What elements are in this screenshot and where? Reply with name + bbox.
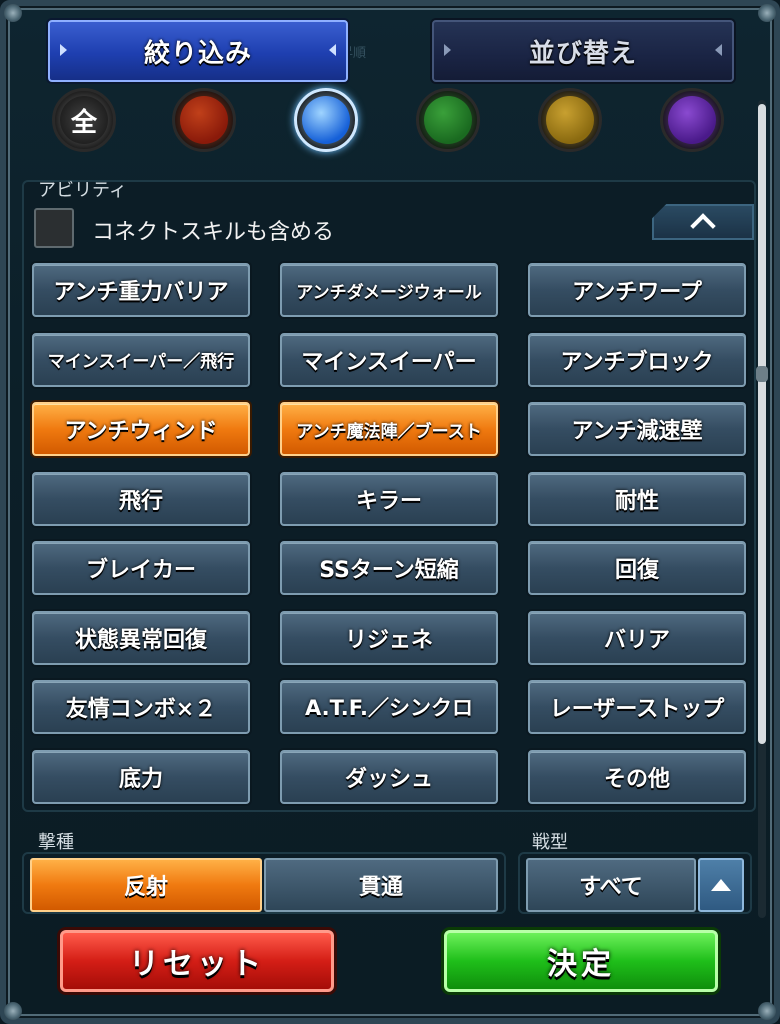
ability-button[interactable]: 友情コンボ×２ bbox=[32, 680, 250, 734]
ability-button-label: A.T.F.／シンクロ bbox=[305, 696, 473, 720]
ability-button-label: 底力 bbox=[118, 766, 163, 792]
connect-skill-checkbox[interactable] bbox=[34, 208, 74, 248]
ability-button-label: アンチダメージウォール bbox=[296, 282, 482, 303]
element-dark-icon bbox=[668, 96, 716, 144]
connect-skill-label: コネクトスキルも含める bbox=[92, 220, 335, 245]
ability-button-label: アンチウィンド bbox=[64, 419, 218, 444]
confirm-button[interactable]: 決定 bbox=[444, 930, 718, 992]
battle-type-select[interactable]: すべて bbox=[526, 858, 696, 912]
element-water-icon bbox=[302, 96, 350, 144]
corner-rivet bbox=[4, 4, 22, 22]
ability-button[interactable]: 耐性 bbox=[528, 471, 746, 526]
corner-rivet bbox=[758, 4, 776, 22]
tab-sort[interactable]: 並び替え bbox=[432, 20, 734, 82]
ability-button-label: 友情コンボ×２ bbox=[65, 697, 217, 722]
scroll-handle-icon[interactable] bbox=[756, 366, 768, 382]
battle-type-value: すべて bbox=[579, 875, 643, 900]
element-dark-button[interactable] bbox=[660, 88, 724, 152]
tab-arrow-icon bbox=[60, 44, 67, 56]
ability-button[interactable]: アンチワープ bbox=[528, 263, 746, 317]
ability-button-label: アンチ魔法陣／ブースト bbox=[296, 421, 482, 442]
ability-button[interactable]: アンチ魔法陣／ブースト bbox=[280, 402, 498, 456]
triangle-up-icon bbox=[711, 879, 731, 891]
ability-button[interactable]: その他 bbox=[528, 749, 746, 804]
element-all-icon: 全 bbox=[60, 96, 108, 144]
tab-sort-label: 並び替え bbox=[528, 38, 637, 69]
ability-button-label: ブレイカー bbox=[85, 558, 196, 583]
reset-button[interactable]: リセット bbox=[60, 930, 334, 992]
ability-button[interactable]: アンチブロック bbox=[528, 332, 746, 387]
tab-arrow-icon bbox=[715, 44, 722, 56]
battle-type-title: 戦型 bbox=[532, 832, 568, 853]
reflect-label: 反射 bbox=[123, 875, 168, 900]
ability-button[interactable]: キラー bbox=[280, 471, 498, 526]
ability-button[interactable]: アンチウィンド bbox=[32, 402, 250, 456]
ability-button[interactable]: アンチ重力バリア bbox=[32, 263, 250, 317]
element-fire-icon bbox=[180, 96, 228, 144]
tab-filter[interactable]: 絞り込み bbox=[48, 20, 348, 82]
ability-button[interactable]: 状態異常回復 bbox=[32, 610, 250, 665]
ability-button[interactable]: A.T.F.／シンクロ bbox=[280, 680, 498, 734]
corner-rivet bbox=[4, 1002, 22, 1020]
ability-button-label: その他 bbox=[603, 766, 670, 792]
scrollbar[interactable] bbox=[758, 100, 766, 918]
attack-type-title: 撃種 bbox=[38, 832, 74, 853]
ability-button-label: アンチワープ bbox=[572, 280, 702, 305]
ability-button[interactable]: 回復 bbox=[528, 541, 746, 595]
ability-button[interactable]: バリア bbox=[528, 610, 746, 665]
ability-button[interactable]: 飛行 bbox=[32, 471, 250, 526]
tab-filter-label: 絞り込み bbox=[143, 38, 252, 69]
pierce-label: 貫通 bbox=[358, 875, 403, 900]
tab-arrow-icon bbox=[329, 44, 336, 56]
ability-button[interactable]: リジェネ bbox=[280, 610, 498, 665]
ability-button-label: マインスイーパー／飛行 bbox=[47, 352, 235, 372]
confirm-label: 決定 bbox=[547, 947, 615, 982]
ability-button-label: レーザーストップ bbox=[549, 697, 725, 722]
ability-button-label: 状態異常回復 bbox=[74, 627, 207, 653]
ability-button[interactable]: 底力 bbox=[32, 749, 250, 804]
ability-button-label: アンチブロック bbox=[560, 349, 714, 375]
element-wood-icon bbox=[424, 96, 472, 144]
ability-button-label: キラー bbox=[355, 488, 422, 514]
ability-button-label: ダッシュ bbox=[344, 766, 433, 792]
ability-button-label: マインスイーパー bbox=[301, 349, 477, 375]
ability-button[interactable]: マインスイーパー bbox=[280, 332, 498, 387]
ability-button-label: 飛行 bbox=[118, 488, 163, 514]
reset-label: リセット bbox=[129, 947, 265, 982]
ability-button-label: 耐性 bbox=[614, 488, 659, 514]
ability-button[interactable]: ブレイカー bbox=[32, 541, 250, 595]
element-water-button[interactable] bbox=[294, 88, 358, 152]
ability-button-label: アンチ減速壁 bbox=[571, 419, 703, 444]
ability-button[interactable]: レーザーストップ bbox=[528, 680, 746, 734]
ability-button[interactable]: マインスイーパー／飛行 bbox=[32, 332, 250, 387]
element-wood-button[interactable] bbox=[416, 88, 480, 152]
ability-button-label: リジェネ bbox=[344, 627, 433, 653]
corner-rivet bbox=[758, 1002, 776, 1020]
element-fire-button[interactable] bbox=[172, 88, 236, 152]
element-light-button[interactable] bbox=[538, 88, 602, 152]
ability-button-label: アンチ重力バリア bbox=[53, 280, 229, 305]
battle-type-dropdown-button[interactable] bbox=[698, 858, 744, 912]
element-light-icon bbox=[546, 96, 594, 144]
ability-button[interactable]: アンチダメージウォール bbox=[280, 263, 498, 317]
attack-type-pierce-button[interactable]: 貫通 bbox=[264, 858, 498, 912]
ability-button-label: SSターン短縮 bbox=[319, 558, 459, 583]
scrollbar-thumb[interactable] bbox=[758, 104, 766, 744]
attack-type-reflect-button[interactable]: 反射 bbox=[30, 858, 262, 912]
element-all-button[interactable]: 全 bbox=[52, 88, 116, 152]
tab-arrow-icon bbox=[444, 44, 451, 56]
chevron-up-icon bbox=[690, 213, 716, 239]
ability-button-label: 回復 bbox=[614, 558, 659, 583]
ability-button[interactable]: アンチ減速壁 bbox=[528, 402, 746, 456]
ability-button[interactable]: ダッシュ bbox=[280, 749, 498, 804]
collapse-button[interactable] bbox=[652, 204, 754, 240]
ability-button-label: バリア bbox=[603, 627, 670, 653]
ability-section-title: アビリティ bbox=[38, 180, 127, 201]
ability-button[interactable]: SSターン短縮 bbox=[280, 541, 498, 595]
